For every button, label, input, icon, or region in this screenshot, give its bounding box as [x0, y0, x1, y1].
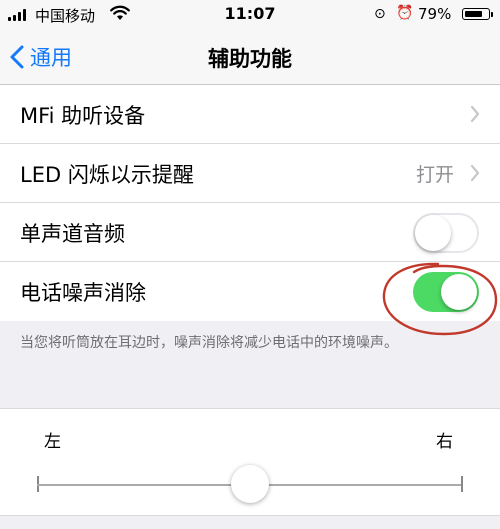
battery-icon: [462, 8, 490, 20]
chevron-right-icon: [470, 105, 480, 123]
noise-cancellation-toggle[interactable]: [413, 272, 479, 312]
status-bar: 中国移动 11:07 ⊙ ⏰ 79%: [0, 0, 500, 30]
noise-cancellation-description: 当您将听筒放在耳边时，噪声消除将减少电话中的环境噪声。: [20, 335, 398, 351]
balance-right-label: 右: [436, 432, 453, 452]
row-label: MFi 助听设备: [20, 104, 146, 128]
toggle-knob: [415, 215, 451, 251]
rotation-lock-icon: ⊙: [374, 6, 386, 22]
row-value: 打开: [415, 164, 454, 186]
page-title: 辅助功能: [208, 47, 292, 71]
battery-fill: [464, 10, 482, 17]
row-label: 电话噪声消除: [20, 281, 146, 305]
settings-group: MFi 助听设备 LED 闪烁以示提醒 打开 单声道音频 电话噪声消除: [0, 85, 500, 321]
mono-audio-toggle[interactable]: [413, 213, 479, 253]
row-phone-noise-cancellation: 电话噪声消除: [0, 262, 500, 321]
balance-slider-thumb[interactable]: [230, 465, 269, 503]
toggle-knob: [441, 274, 477, 310]
row-label: LED 闪烁以示提醒: [20, 163, 194, 187]
slider-right-tick: [461, 476, 463, 492]
row-mfi-hearing-devices[interactable]: MFi 助听设备: [0, 85, 500, 144]
balance-left-label: 左: [44, 432, 61, 452]
row-label: 单声道音频: [20, 222, 125, 246]
battery-nub: [491, 12, 493, 17]
navigation-bar: 通用 辅助功能: [0, 30, 500, 85]
audio-balance-section: 左 右: [0, 408, 500, 516]
chevron-right-icon: [470, 164, 480, 182]
row-led-flash-alerts[interactable]: LED 闪烁以示提醒 打开: [0, 144, 500, 203]
alarm-icon: ⏰: [396, 5, 414, 21]
row-mono-audio: 单声道音频: [0, 203, 500, 262]
battery-percent: 79%: [418, 5, 452, 23]
